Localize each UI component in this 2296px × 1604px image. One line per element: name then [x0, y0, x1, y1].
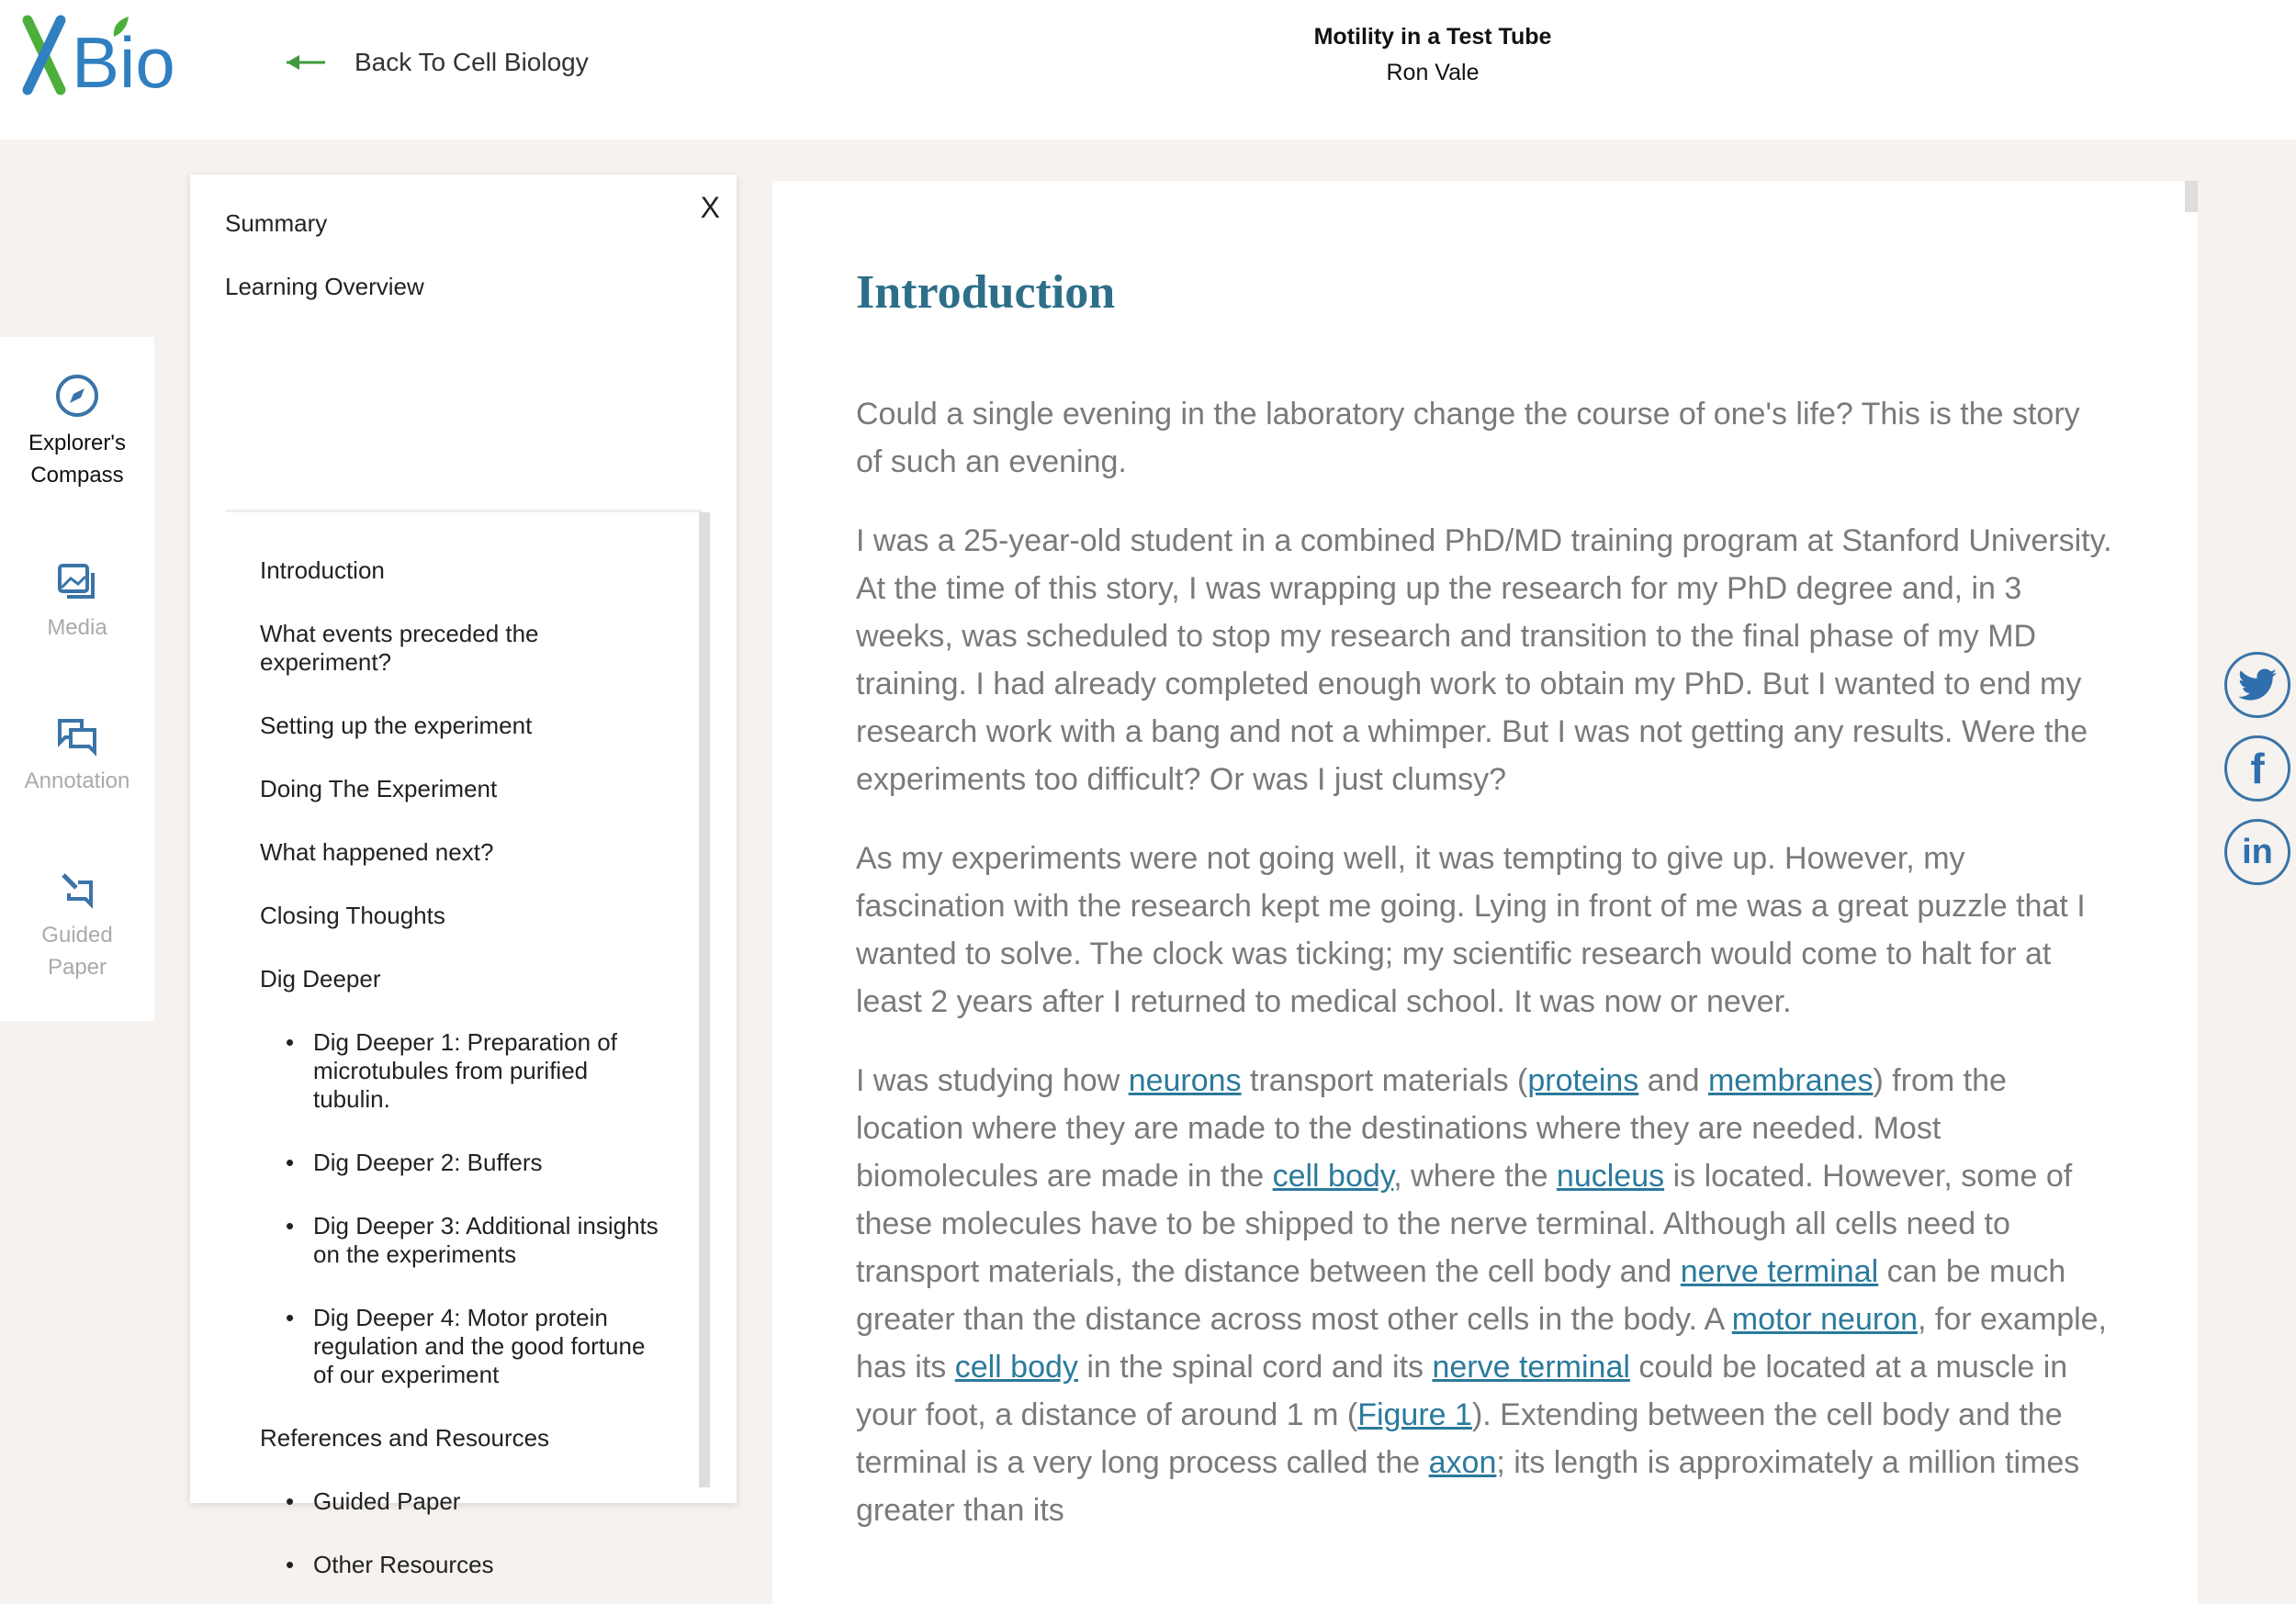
- text-segment: I was a 25-year-old student in a combine…: [856, 523, 2112, 797]
- glossary-link[interactable]: membranes: [1708, 1063, 1874, 1098]
- facebook-icon: f: [2250, 745, 2265, 792]
- page-title: Motility in a Test Tube Ron Vale: [1157, 24, 1708, 86]
- glossary-link[interactable]: nucleus: [1557, 1159, 1664, 1194]
- back-link[interactable]: Back To Cell Biology: [285, 48, 589, 77]
- toc-item[interactable]: Dig Deeper 4: Motor protein regulation a…: [260, 1304, 664, 1389]
- rail-label: Guided Paper: [41, 923, 113, 980]
- chat-icon: [58, 719, 96, 757]
- glossary-link[interactable]: proteins: [1527, 1063, 1638, 1098]
- rail-guided-paper[interactable]: Guided Paper: [0, 869, 154, 983]
- toc-item[interactable]: What events preceded the experiment?: [260, 620, 664, 677]
- text-segment: in the spinal cord and its: [1077, 1350, 1433, 1385]
- toc-item[interactable]: Introduction: [260, 556, 664, 585]
- toc-item[interactable]: Dig Deeper: [260, 965, 664, 993]
- svg-text:Bio: Bio: [72, 22, 175, 101]
- lesson-title: Motility in a Test Tube: [1313, 24, 1552, 50]
- glossary-link[interactable]: cell body: [1273, 1159, 1394, 1194]
- back-label: Back To Cell Biology: [355, 48, 589, 76]
- glossary-link[interactable]: axon: [1429, 1445, 1497, 1480]
- compass-icon: [56, 375, 98, 417]
- close-button[interactable]: X: [701, 191, 720, 225]
- glossary-link[interactable]: cell body: [955, 1350, 1078, 1385]
- rail-label: Media: [47, 615, 107, 640]
- glossary-link[interactable]: nerve terminal: [1432, 1350, 1629, 1385]
- learning-overview-link[interactable]: Learning Overview: [225, 273, 424, 301]
- twitter-icon: [2238, 668, 2277, 701]
- toc-item[interactable]: Dig Deeper 3: Additional insights on the…: [260, 1212, 664, 1269]
- paragraph: I was a 25-year-old student in a combine…: [856, 517, 2114, 803]
- rail-label: Explorer's Compass: [28, 431, 126, 488]
- header: Bio Back To Cell Biology Motility in a T…: [0, 0, 2296, 140]
- glossary-link[interactable]: Figure 1: [1357, 1397, 1472, 1432]
- edit-icon: [62, 873, 93, 909]
- paragraph: I was studying how neurons transport mat…: [856, 1057, 2114, 1534]
- text-segment: Could a single evening in the laboratory…: [856, 397, 2080, 479]
- text-segment: I was studying how: [856, 1063, 1129, 1098]
- facebook-share-button[interactable]: f: [2224, 735, 2290, 802]
- toc: Introduction What events preceded the exp…: [225, 512, 710, 1579]
- twitter-share-button[interactable]: [2224, 652, 2290, 718]
- glossary-link[interactable]: nerve terminal: [1681, 1254, 1878, 1289]
- toc-item[interactable]: Other Resources: [260, 1551, 664, 1579]
- article: Introduction Could a single evening in t…: [772, 181, 2198, 1604]
- toc-item[interactable]: Closing Thoughts: [260, 902, 664, 930]
- article-scrollbar[interactable]: [2185, 181, 2198, 212]
- toc-item[interactable]: Dig Deeper 1: Preparation of microtubule…: [260, 1028, 664, 1114]
- toc-item[interactable]: What happened next?: [260, 838, 664, 867]
- toc-item[interactable]: Setting up the experiment: [260, 712, 664, 740]
- toc-scrollbar[interactable]: [699, 512, 710, 1487]
- text-segment: , where the: [1393, 1159, 1557, 1194]
- toc-item[interactable]: Guided Paper: [260, 1487, 664, 1516]
- toc-list: Introduction What events preceded the exp…: [260, 556, 664, 1604]
- paragraph: Could a single evening in the laboratory…: [856, 390, 2114, 486]
- linkedin-icon: in: [2242, 832, 2273, 871]
- xbio-logo[interactable]: Bio: [17, 9, 228, 101]
- toc-item[interactable]: Doing The Experiment: [260, 775, 664, 803]
- text-segment: transport materials (: [1241, 1063, 1528, 1098]
- toc-item[interactable]: Dig Deeper 2: Buffers: [260, 1149, 664, 1177]
- linkedin-share-button[interactable]: in: [2224, 819, 2290, 885]
- rail-label: Annotation: [24, 768, 130, 793]
- rail-annotation[interactable]: Annotation: [0, 715, 154, 797]
- arrow-left-icon: [287, 55, 325, 70]
- rail-media[interactable]: Media: [0, 562, 154, 644]
- section-heading: Introduction: [856, 266, 1116, 319]
- table-of-contents-panel: X Summary Learning Overview Introduction…: [190, 174, 737, 1579]
- paragraph: As my experiments were not going well, i…: [856, 835, 2114, 1026]
- summary-link[interactable]: Summary: [225, 209, 327, 238]
- glossary-link[interactable]: neurons: [1129, 1063, 1242, 1098]
- rail-explorers-compass[interactable]: Explorer's Compass: [0, 372, 154, 491]
- toc-item[interactable]: References and Resources: [260, 1424, 664, 1453]
- article-body: Could a single evening in the laboratory…: [856, 390, 2114, 1565]
- image-icon: [58, 564, 95, 599]
- glossary-link[interactable]: motor neuron: [1732, 1302, 1918, 1337]
- text-segment: and: [1638, 1063, 1708, 1098]
- lesson-author: Ron Vale: [1386, 60, 1480, 85]
- text-segment: As my experiments were not going well, i…: [856, 841, 2086, 1019]
- tool-rail: Explorer's Compass Media Annotation Guid…: [0, 337, 154, 1021]
